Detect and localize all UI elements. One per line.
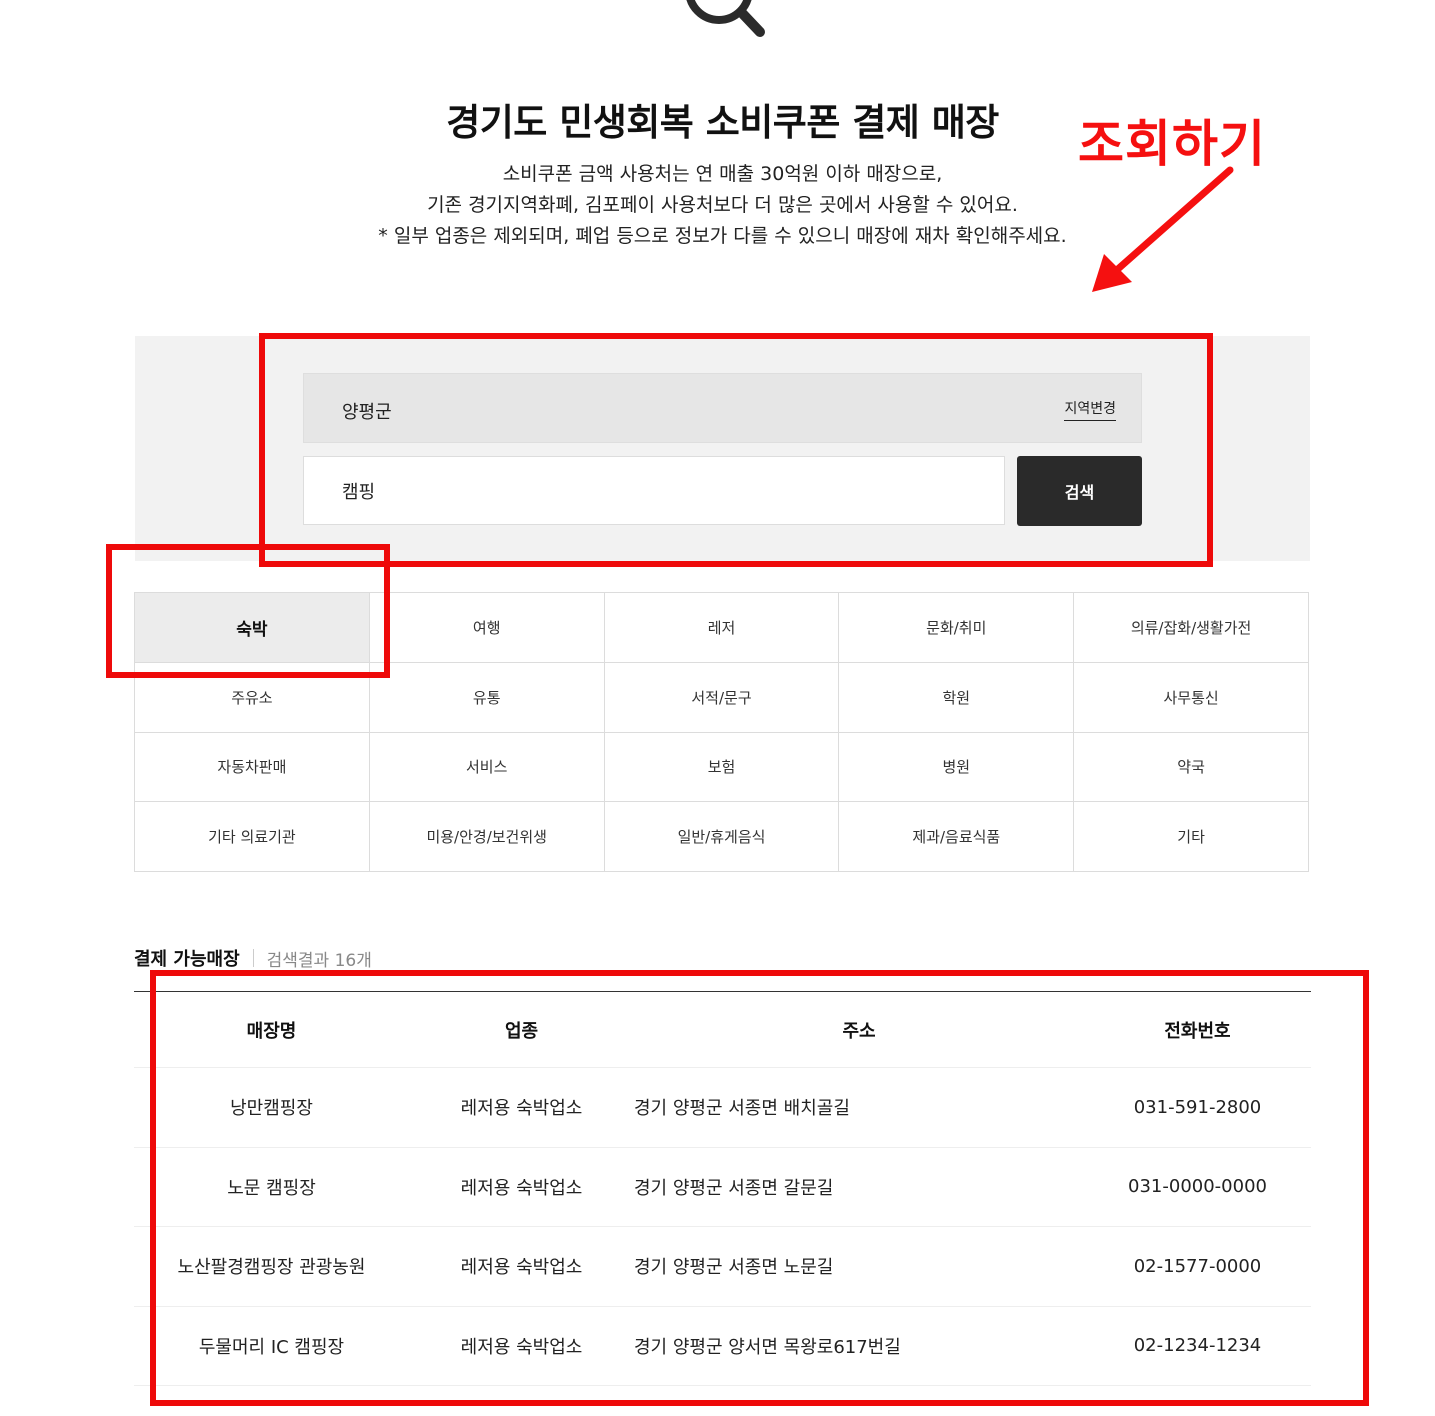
cell-store-name: 낭만캠핑장 bbox=[134, 1067, 409, 1148]
cell-store-name: 두물머리 IC 캠핑장 bbox=[134, 1306, 409, 1386]
column-header-address: 주소 bbox=[634, 991, 1084, 1068]
category-bakery-beverage[interactable]: 제과/음료식품 bbox=[839, 802, 1075, 872]
results-count: 검색결과 16개 bbox=[266, 950, 372, 971]
category-other-medical[interactable]: 기타 의료기관 bbox=[135, 802, 370, 872]
category-lodging[interactable]: 숙박 bbox=[135, 593, 370, 663]
category-gas-station[interactable]: 주유소 bbox=[135, 662, 370, 733]
category-grid: 숙박 여행 레저 문화/취미 의류/잡화/생활가전 주유소 유통 서적/문구 학… bbox=[134, 592, 1309, 872]
category-leisure[interactable]: 레저 bbox=[604, 593, 840, 663]
cell-business-type: 레저용 숙박업소 bbox=[409, 1067, 634, 1148]
category-pharmacy[interactable]: 약국 bbox=[1074, 732, 1309, 803]
category-insurance[interactable]: 보험 bbox=[604, 732, 840, 803]
results-table: 매장명 업종 주소 전화번호 낭만캠핑장 레저용 숙박업소 경기 양평군 서종면… bbox=[134, 991, 1311, 1386]
cell-address: 경기 양평군 서종면 갈문길 bbox=[634, 1147, 1084, 1227]
results-header: 결제 가능매장 검색결과 16개 bbox=[134, 945, 372, 971]
category-restaurant[interactable]: 일반/휴게음식 bbox=[604, 802, 840, 872]
region-name: 양평군 bbox=[342, 402, 392, 423]
cell-phone: 02-1234-1234 bbox=[1084, 1306, 1311, 1386]
category-service[interactable]: 서비스 bbox=[369, 732, 605, 803]
cell-address: 경기 양평군 양서면 목왕로617번길 bbox=[634, 1306, 1084, 1386]
category-books-stationery[interactable]: 서적/문구 bbox=[604, 662, 840, 733]
table-header-row: 매장명 업종 주소 전화번호 bbox=[134, 991, 1311, 1068]
cell-store-name: 노산팔경캠핑장 관광농원 bbox=[134, 1226, 409, 1307]
region-change-link[interactable]: 지역변경 bbox=[1064, 398, 1116, 421]
column-header-phone: 전화번호 bbox=[1084, 991, 1311, 1068]
category-car-sales[interactable]: 자동차판매 bbox=[135, 732, 370, 803]
magnifier-icon bbox=[686, 0, 765, 37]
table-row[interactable]: 노산팔경캠핑장 관광농원 레저용 숙박업소 경기 양평군 서종면 노문길 02-… bbox=[134, 1226, 1311, 1307]
column-header-store-name: 매장명 bbox=[134, 991, 409, 1068]
cell-address: 경기 양평군 서종면 배치골길 bbox=[634, 1067, 1084, 1148]
region-selector: 양평군 지역변경 bbox=[303, 373, 1142, 443]
table-row[interactable]: 낭만캠핑장 레저용 숙박업소 경기 양평군 서종면 배치골길 031-591-2… bbox=[134, 1067, 1311, 1148]
category-other[interactable]: 기타 bbox=[1074, 802, 1309, 872]
results-divider bbox=[252, 949, 254, 967]
cell-store-name: 노문 캠핑장 bbox=[134, 1147, 409, 1227]
cell-address: 경기 양평군 서종면 노문길 bbox=[634, 1226, 1084, 1307]
cell-phone: 031-591-2800 bbox=[1084, 1067, 1311, 1148]
cell-phone: 031-0000-0000 bbox=[1084, 1147, 1311, 1227]
category-clothing-goods-appliances[interactable]: 의류/잡화/생활가전 bbox=[1074, 593, 1309, 663]
category-academy[interactable]: 학원 bbox=[839, 662, 1075, 733]
search-button[interactable]: 검색 bbox=[1017, 456, 1142, 526]
category-culture-hobby[interactable]: 문화/취미 bbox=[839, 593, 1075, 663]
category-retail[interactable]: 유통 bbox=[369, 662, 605, 733]
results-title: 결제 가능매장 bbox=[134, 949, 240, 970]
table-row[interactable]: 두물머리 IC 캠핑장 레저용 숙박업소 경기 양평군 양서면 목왕로617번길… bbox=[134, 1306, 1311, 1386]
column-header-business-type: 업종 bbox=[409, 991, 634, 1068]
cell-business-type: 레저용 숙박업소 bbox=[409, 1147, 634, 1227]
category-beauty-optical-hygiene[interactable]: 미용/안경/보건위생 bbox=[369, 802, 605, 872]
cell-business-type: 레저용 숙박업소 bbox=[409, 1306, 634, 1386]
cell-business-type: 레저용 숙박업소 bbox=[409, 1226, 634, 1307]
search-panel bbox=[135, 336, 1310, 561]
annotation-arrow-icon bbox=[1092, 166, 1234, 292]
category-office-telecom[interactable]: 사무통신 bbox=[1074, 662, 1309, 733]
cell-phone: 02-1577-0000 bbox=[1084, 1226, 1311, 1307]
category-hospital[interactable]: 병원 bbox=[839, 732, 1075, 803]
category-travel[interactable]: 여행 bbox=[369, 593, 605, 663]
search-input[interactable] bbox=[303, 456, 1005, 525]
table-row[interactable]: 노문 캠핑장 레저용 숙박업소 경기 양평군 서종면 갈문길 031-0000-… bbox=[134, 1147, 1311, 1227]
